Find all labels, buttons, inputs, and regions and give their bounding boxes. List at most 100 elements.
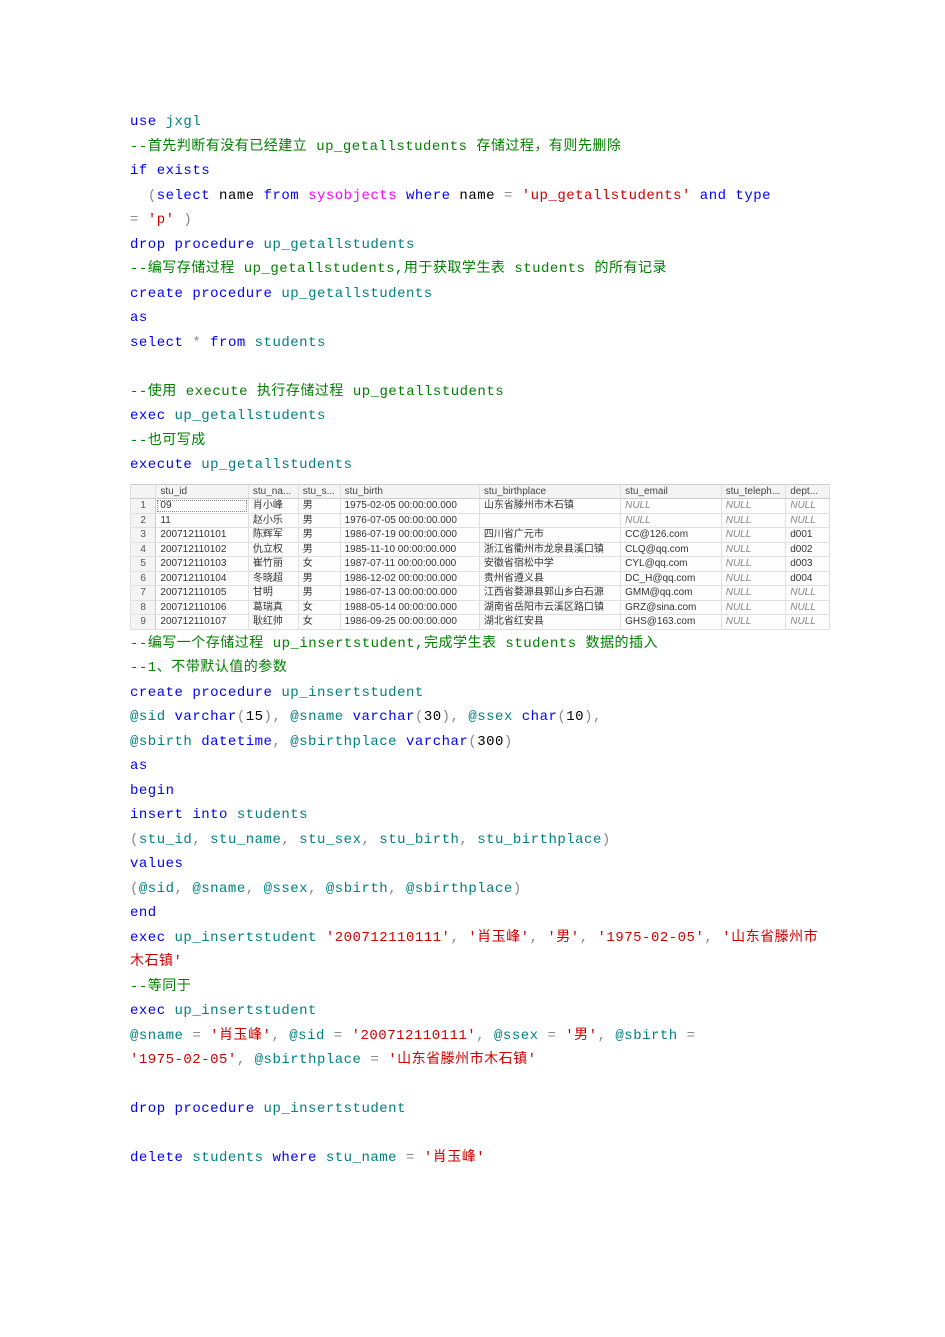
col-stu-sex: stu_s... bbox=[298, 484, 340, 499]
cell: NULL bbox=[721, 528, 786, 543]
code-token: varchar bbox=[175, 709, 237, 725]
cell: 09 bbox=[156, 499, 248, 514]
code-token: exec bbox=[130, 1003, 166, 1019]
cell: 男 bbox=[298, 499, 340, 514]
col-stu-name: stu_na... bbox=[248, 484, 298, 499]
code-token: select bbox=[157, 188, 210, 204]
code-token: , bbox=[476, 1028, 485, 1044]
code-token: , bbox=[237, 1052, 246, 1068]
cell: NULL bbox=[721, 542, 786, 557]
code-token: char bbox=[522, 709, 558, 725]
cell: 冬晓超 bbox=[248, 571, 298, 586]
code-token: @sbirth bbox=[615, 1028, 677, 1044]
code-token: up_insertstudent bbox=[281, 685, 423, 701]
code-token: --编写一个存储过程 up_insertstudent,完成学生表 studen… bbox=[130, 636, 658, 652]
cell: CLQ@qq.com bbox=[621, 542, 722, 557]
code-token: ( bbox=[415, 709, 424, 725]
cell: 甘明 bbox=[248, 586, 298, 601]
code-token: @sbirthplace bbox=[255, 1052, 362, 1068]
code-token: up_getallstudents bbox=[175, 408, 326, 424]
code-token: ) bbox=[513, 881, 522, 897]
code-token: and bbox=[700, 188, 727, 204]
code-token bbox=[166, 709, 175, 725]
code-token bbox=[459, 709, 468, 725]
cell: 200712110104 bbox=[156, 571, 248, 586]
code-token: ( bbox=[130, 881, 139, 897]
code-token bbox=[192, 734, 201, 750]
cell: 女 bbox=[298, 557, 340, 572]
code-token bbox=[397, 881, 406, 897]
table-row: 4200712110102仇立权男1985-11-10 00:00:00.000… bbox=[131, 542, 830, 557]
code-token: into bbox=[192, 807, 228, 823]
cell: 陈辉军 bbox=[248, 528, 298, 543]
cell: d002 bbox=[786, 542, 830, 557]
cell: 江西省婺源县郭山乡白石源 bbox=[479, 586, 620, 601]
cell: 200712110102 bbox=[156, 542, 248, 557]
cell: 浙江省衢州市龙泉县溪口镇 bbox=[479, 542, 620, 557]
code-token: @sname bbox=[192, 881, 245, 897]
code-token: 'up_getallstudents' bbox=[522, 188, 691, 204]
code-token: '男' bbox=[547, 930, 579, 946]
cell: 女 bbox=[298, 600, 340, 615]
code-token: stu_id bbox=[139, 832, 192, 848]
cell: 1986-09-25 00:00:00.000 bbox=[340, 615, 479, 630]
code-token: from bbox=[264, 188, 300, 204]
row-number: 2 bbox=[131, 513, 156, 528]
code-token bbox=[246, 1052, 255, 1068]
cell: 湖北省红安县 bbox=[479, 615, 620, 630]
code-token: = bbox=[334, 1028, 343, 1044]
code-token: 300 bbox=[477, 734, 504, 750]
code-token: delete bbox=[130, 1150, 183, 1166]
table-row: 211赵小乐男1976-07-05 00:00:00.000NULLNULLNU… bbox=[131, 513, 830, 528]
code-token bbox=[166, 930, 175, 946]
col-rownum bbox=[131, 484, 156, 499]
row-number: 4 bbox=[131, 542, 156, 557]
cell: 1986-07-13 00:00:00.000 bbox=[340, 586, 479, 601]
code-token bbox=[317, 881, 326, 897]
cell: 葛瑞真 bbox=[248, 600, 298, 615]
cell: NULL bbox=[786, 600, 830, 615]
code-token bbox=[255, 1101, 264, 1117]
code-token bbox=[201, 832, 210, 848]
cell: 安徽省宿松中学 bbox=[479, 557, 620, 572]
code-token: , bbox=[704, 930, 713, 946]
code-token: students bbox=[192, 1150, 263, 1166]
cell: 1985-11-10 00:00:00.000 bbox=[340, 542, 479, 557]
code-token: ), bbox=[442, 709, 460, 725]
code-token: as bbox=[130, 758, 148, 774]
code-token: '肖玉峰' bbox=[210, 1028, 271, 1044]
code-token: --使用 execute 执行存储过程 up_getallstudents bbox=[130, 384, 504, 400]
code-token: exists bbox=[157, 163, 210, 179]
code-token bbox=[325, 1028, 334, 1044]
code-token: = bbox=[504, 188, 513, 204]
code-token: = bbox=[130, 212, 148, 228]
cell: 200712110107 bbox=[156, 615, 248, 630]
cell: 耿红帅 bbox=[248, 615, 298, 630]
code-token: where bbox=[406, 188, 451, 204]
code-token: ( bbox=[468, 734, 477, 750]
code-token bbox=[281, 734, 290, 750]
cell: 贵州省遵义县 bbox=[479, 571, 620, 586]
code-token: @sname bbox=[290, 709, 343, 725]
code-token: '1975-02-05' bbox=[598, 930, 705, 946]
cell: 男 bbox=[298, 542, 340, 557]
code-token bbox=[468, 832, 477, 848]
code-token: '山东省滕州市木石镇' bbox=[388, 1052, 536, 1068]
code-token bbox=[678, 1028, 687, 1044]
code-token: create bbox=[130, 286, 183, 302]
code-token: , bbox=[246, 881, 255, 897]
code-token bbox=[201, 335, 210, 351]
code-token: ( bbox=[557, 709, 566, 725]
code-token bbox=[589, 930, 598, 946]
code-token: up_insertstudent bbox=[264, 1101, 406, 1117]
row-number: 9 bbox=[131, 615, 156, 630]
code-token: @sbirth bbox=[130, 734, 192, 750]
code-token: '肖玉峰' bbox=[468, 930, 529, 946]
cell: 仇立权 bbox=[248, 542, 298, 557]
code-token: up_getallstudents bbox=[281, 286, 432, 302]
row-number: 5 bbox=[131, 557, 156, 572]
code-token: , bbox=[272, 734, 281, 750]
code-token: --1、不带默认值的参数 bbox=[130, 660, 287, 676]
code-token: @sid bbox=[139, 881, 175, 897]
cell: 1987-07-11 00:00:00.000 bbox=[340, 557, 479, 572]
